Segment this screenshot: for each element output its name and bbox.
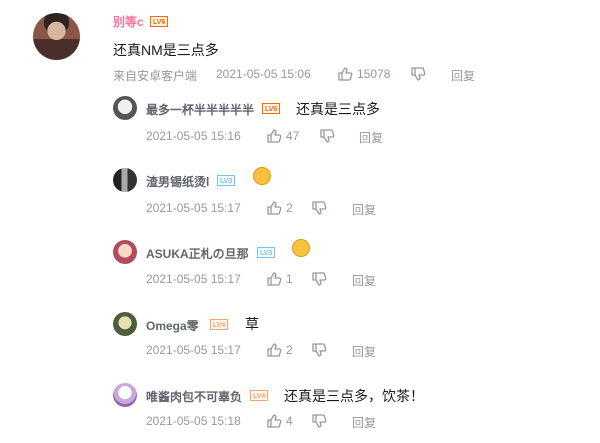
timestamp: 2021-05-05 15:18 [146,414,241,428]
dislike-icon[interactable] [311,342,327,358]
username[interactable]: 别等c [113,13,144,30]
timestamp: 2021-05-05 15:17 [146,272,241,286]
avatar[interactable] [113,312,137,336]
cat-emoji-icon [253,167,271,185]
like-icon[interactable] [337,66,353,82]
reply-username[interactable]: 最多一杯半半半半半 [146,101,254,118]
like-count: 47 [286,129,300,143]
reply-button[interactable]: 回复 [359,129,383,146]
level-badge: LV4 [210,319,229,330]
reply-text: 还真是三点多，饮茶！ [284,388,424,404]
like-icon[interactable] [266,128,282,144]
dislike-icon[interactable] [311,413,327,429]
timestamp: 2021-05-05 15:06 [216,67,311,81]
reply-button[interactable]: 回复 [352,414,376,431]
reply-button[interactable]: 回复 [451,67,475,84]
dislike-icon[interactable] [311,200,327,216]
reply-button[interactable]: 回复 [352,201,376,218]
dislike-icon[interactable] [410,66,426,82]
level-badge: LV6 [150,16,169,27]
comment-text: 还真NM是三点多 [113,42,219,58]
like-count: 4 [286,414,293,428]
reply-button[interactable]: 回复 [352,272,376,289]
timestamp: 2021-05-05 15:16 [146,129,241,143]
level-badge: LV6 [262,103,281,114]
timestamp: 2021-05-05 15:17 [146,343,241,357]
like-icon[interactable] [266,200,282,216]
dislike-icon[interactable] [311,271,327,287]
avatar[interactable] [113,240,137,264]
like-count: 2 [286,201,293,215]
level-badge: LV3 [217,175,236,186]
reply-username[interactable]: Omega零 [146,317,199,334]
avatar[interactable] [33,13,80,60]
reply-text: 还真是三点多 [296,101,380,117]
avatar[interactable] [113,96,137,120]
sleepy-emoji-icon [292,239,310,257]
reply-button[interactable]: 回复 [352,343,376,360]
level-badge: LV4 [250,390,269,401]
reply-text: 草 [245,316,259,332]
like-count: 2 [286,343,293,357]
reply-username[interactable]: ASUKA正札の旦那 [146,245,249,262]
timestamp: 2021-05-05 15:17 [146,201,241,215]
level-badge: LV3 [257,247,276,258]
like-icon[interactable] [266,342,282,358]
like-count: 15078 [357,67,391,81]
avatar[interactable] [113,168,137,192]
like-icon[interactable] [266,271,282,287]
reply-username[interactable]: 唯酱肉包不可辜负 [146,388,242,405]
like-icon[interactable] [266,413,282,429]
dislike-icon[interactable] [319,128,335,144]
like-count: 1 [286,272,293,286]
client-source: 来自安卓客户端 [113,69,198,83]
avatar[interactable] [113,383,137,407]
reply-username[interactable]: 渣男锡纸烫l [146,173,209,190]
